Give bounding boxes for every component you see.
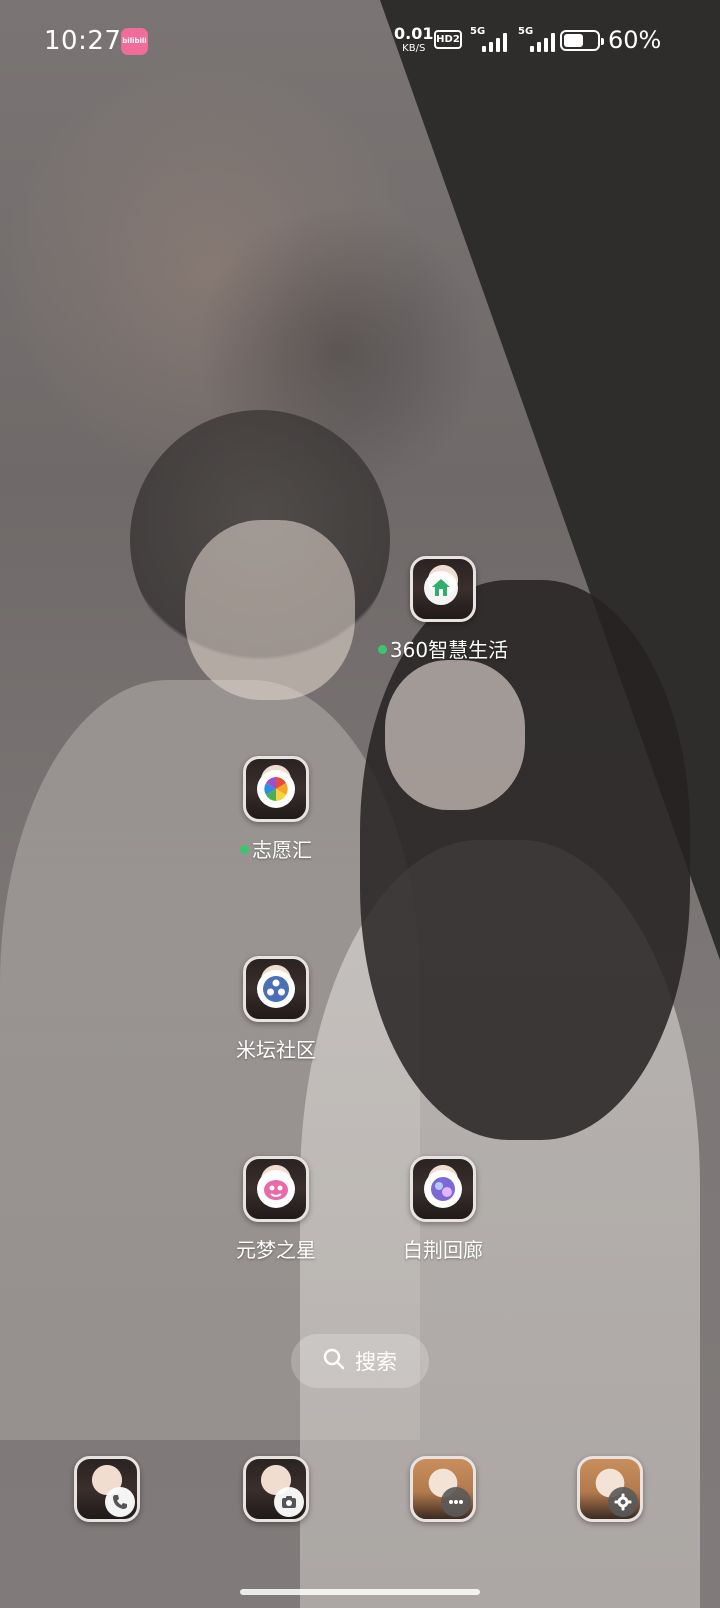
home-icon [424, 571, 458, 605]
bilibili-notification-icon: bilibili [121, 28, 148, 55]
app-icon[interactable] [74, 1456, 140, 1522]
app-zhiyuanhui[interactable]: 志愿汇 [194, 756, 358, 864]
battery-percent: 60% [608, 26, 662, 54]
dock-settings[interactable] [528, 1456, 692, 1522]
app-icon[interactable] [243, 1456, 309, 1522]
app-360-smart-life[interactable]: 360智慧生活 [361, 556, 525, 664]
sim2-signal-icon: 5G [518, 26, 558, 52]
search-icon [323, 1348, 345, 1375]
app-icon[interactable] [243, 1156, 309, 1222]
message-icon [441, 1487, 471, 1517]
search-button[interactable]: 搜索 [291, 1334, 429, 1388]
gesture-navigation-bar[interactable] [240, 1589, 480, 1595]
app-label: 元梦之星 [236, 1238, 316, 1262]
app-baijing-corridor[interactable]: 白荆回廊 [361, 1156, 525, 1264]
dock-camera[interactable] [194, 1456, 358, 1522]
new-install-dot [240, 845, 249, 854]
app-icon[interactable] [410, 1456, 476, 1522]
app-yuanmeng-star[interactable]: 元梦之星 [194, 1156, 358, 1264]
dock-messages[interactable] [361, 1456, 525, 1522]
app-label: 白荆回廊 [403, 1238, 483, 1262]
app-icon[interactable] [410, 1156, 476, 1222]
app-label: 360智慧生活 [361, 636, 525, 664]
dock-phone[interactable] [25, 1456, 189, 1522]
hd-voice-icon: HD2 [434, 30, 462, 49]
gear-icon [608, 1487, 638, 1517]
pinwheel-icon [257, 770, 295, 808]
app-label: 米坛社区 [236, 1038, 316, 1062]
search-label: 搜索 [355, 1350, 397, 1374]
app-label: 志愿汇 [194, 836, 358, 864]
network-speed: 0.01 KB/S [394, 26, 433, 56]
sim1-signal-icon: 5G [470, 26, 510, 52]
status-bar: 10:27 bilibili 0.01 KB/S HD2 5G 5G 60% [0, 0, 720, 84]
network-speed-unit: KB/S [402, 43, 426, 54]
app-icon[interactable] [243, 956, 309, 1022]
battery-icon [560, 30, 604, 51]
status-time: 10:27 [44, 26, 122, 56]
app-icon[interactable] [410, 556, 476, 622]
game-icon [257, 1170, 295, 1208]
phone-icon [105, 1487, 135, 1517]
app-icon[interactable] [243, 756, 309, 822]
app-icon[interactable] [577, 1456, 643, 1522]
community-icon [257, 970, 295, 1008]
new-install-dot [377, 645, 387, 654]
game-icon [424, 1170, 462, 1208]
camera-icon [274, 1487, 304, 1517]
app-mitan-community[interactable]: 米坛社区 [194, 956, 358, 1064]
